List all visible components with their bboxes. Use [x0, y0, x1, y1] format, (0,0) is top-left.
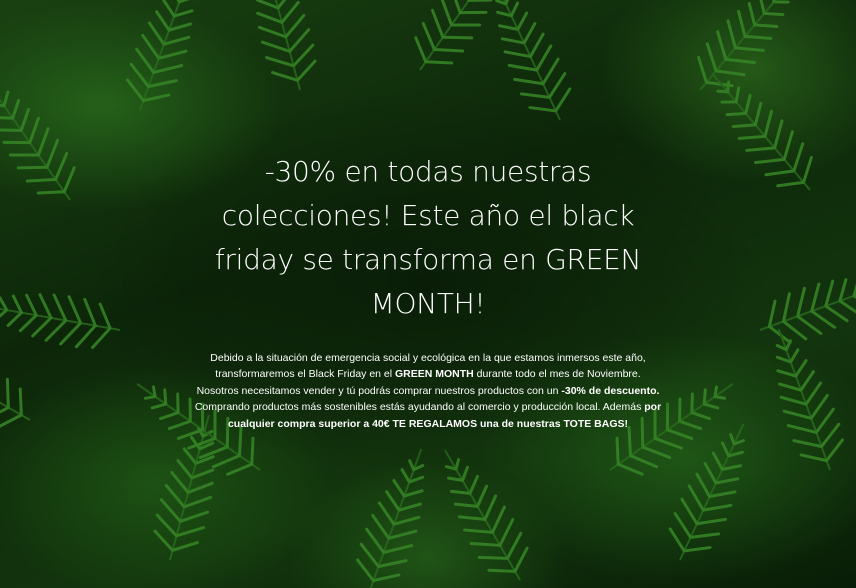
hero-content: -30% en todas nuestras colecciones! Este… — [0, 150, 856, 432]
promo-text-green-month: GREEN MONTH — [395, 368, 474, 381]
promo-text-segment: Comprando productos más sostenibles está… — [194, 401, 645, 414]
promo-description: Debido a la situación de emergencia soci… — [193, 350, 663, 432]
promo-text-discount: -30% de descuento. — [561, 384, 660, 397]
hero-banner: -30% en todas nuestras colecciones! Este… — [0, 0, 856, 588]
promo-headline: -30% en todas nuestras colecciones! Este… — [214, 155, 642, 320]
